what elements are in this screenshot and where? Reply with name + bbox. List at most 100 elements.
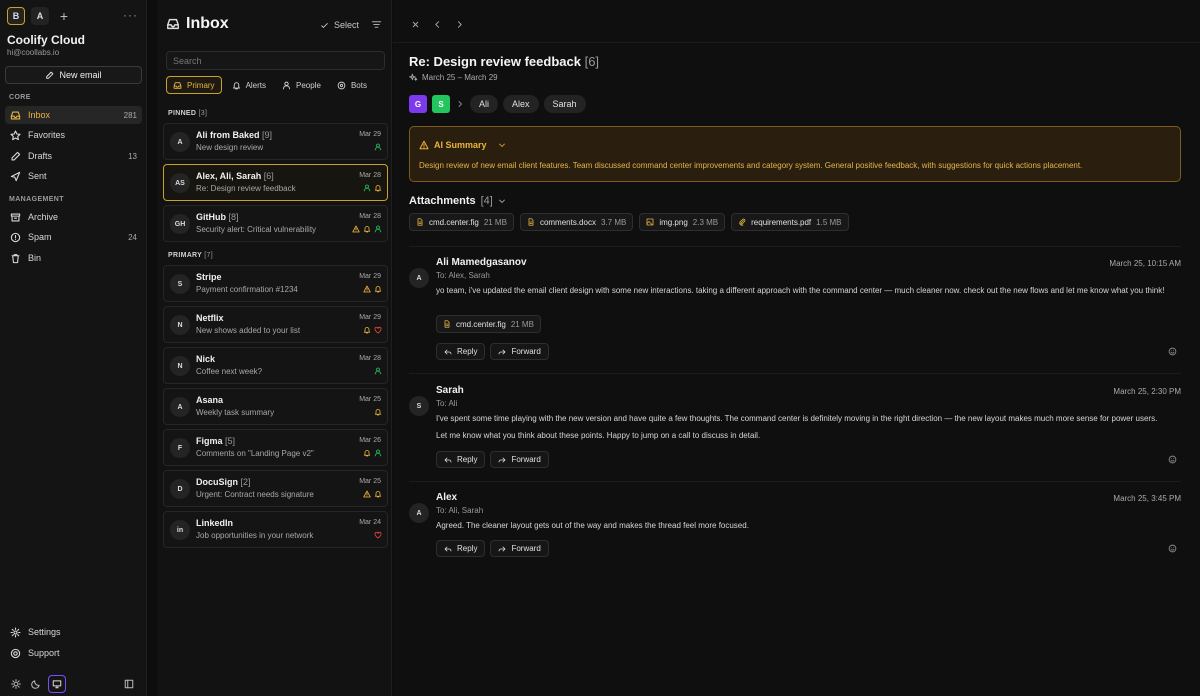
mail-subject: New design review: [196, 143, 264, 152]
chevron-down-icon: [498, 141, 506, 149]
mail-date: Mar 29: [359, 314, 381, 321]
sidebar-item-drafts[interactable]: Drafts 13: [5, 147, 142, 165]
mail-date: Mar 29: [359, 273, 381, 280]
mail-sender: Alex, Ali, Sarah [6]: [196, 171, 274, 181]
participant-avatar[interactable]: S: [432, 95, 450, 113]
header-divider: [393, 42, 1200, 43]
mail-date: Mar 25: [359, 396, 381, 403]
message-recipients: To: Alex, Sarah: [436, 271, 490, 280]
mail-item[interactable]: A Asana Weekly task summary Mar 25: [163, 388, 388, 425]
message-body: Let me know what you think about these p…: [436, 431, 761, 440]
attachment-chip[interactable]: requirements.pdf 1.5 MB: [731, 213, 849, 231]
forward-icon: [498, 545, 506, 553]
sidebar-item-label: Bin: [28, 253, 42, 263]
more-options-icon[interactable]: ···: [123, 8, 138, 22]
new-email-button[interactable]: New email: [5, 66, 142, 84]
attachment-chip[interactable]: img.png 2.3 MB: [639, 213, 726, 231]
mail-item[interactable]: D DocuSign [2] Urgent: Contract needs si…: [163, 470, 388, 507]
mail-item[interactable]: in LinkedIn Job opportunities in your ne…: [163, 511, 388, 548]
sender-name: Figma: [196, 436, 223, 446]
sidebar-item-favorites[interactable]: Favorites: [5, 126, 142, 144]
moon-icon[interactable]: [27, 675, 45, 693]
mail-item[interactable]: F Figma [5] Comments on "Landing Page v2…: [163, 429, 388, 466]
page-title: Inbox: [186, 15, 229, 32]
participant-pill[interactable]: Sarah: [543, 95, 586, 113]
filter-icon[interactable]: [371, 19, 382, 30]
sidebar-item-archive[interactable]: Archive: [5, 208, 142, 226]
mail-sender: GitHub [8]: [196, 212, 239, 222]
mail-subject: Re: Design review feedback: [196, 184, 296, 193]
sidebar-item-inbox[interactable]: Inbox 281: [5, 106, 142, 124]
emoji-reaction-icon[interactable]: [1168, 347, 1177, 356]
chevron-left-icon[interactable]: [431, 18, 444, 31]
participant-pill[interactable]: Ali: [470, 95, 499, 113]
account-email: hi@coollabs.io: [7, 48, 60, 57]
emoji-reaction-icon[interactable]: [1168, 544, 1177, 553]
avatar: A: [170, 397, 190, 417]
forward-button[interactable]: Forward: [490, 451, 549, 468]
tab-alerts[interactable]: Alerts: [226, 76, 272, 94]
mail-item[interactable]: A Ali from Baked [9] New design review M…: [163, 123, 388, 160]
attachment-chip[interactable]: cmd.center.fig 21 MB: [436, 315, 541, 333]
tab-bots[interactable]: Bots: [331, 76, 373, 94]
forward-label: Forward: [511, 544, 541, 553]
mail-item[interactable]: S Stripe Payment confirmation #1234 Mar …: [163, 265, 388, 302]
account-b-button[interactable]: B: [7, 7, 25, 25]
mail-date: Mar 28: [359, 355, 381, 362]
attachments-header[interactable]: Attachments [4]: [409, 195, 506, 207]
select-button[interactable]: Select: [320, 20, 359, 30]
attachment-name: cmd.center.fig: [456, 319, 506, 329]
monitor-icon[interactable]: [48, 675, 66, 693]
tab-people[interactable]: People: [276, 76, 327, 94]
participant-pill[interactable]: Alex: [503, 95, 539, 113]
select-label: Select: [334, 20, 360, 30]
avatar: AS: [170, 173, 190, 193]
mail-subject: Comments on "Landing Page v2": [196, 449, 314, 458]
sidebar-item-bin[interactable]: Bin: [5, 249, 142, 267]
participant-avatar[interactable]: G: [409, 95, 427, 113]
account-a-button[interactable]: A: [31, 7, 49, 25]
forward-button[interactable]: Forward: [490, 540, 549, 557]
ai-summary-header[interactable]: AI Summary: [419, 140, 506, 150]
warning-icon: [363, 285, 371, 293]
chevron-right-icon[interactable]: [453, 18, 466, 31]
sidebar-item-support[interactable]: Support: [5, 644, 142, 662]
mail-item-selected[interactable]: AS Alex, Ali, Sarah [6] Re: Design revie…: [163, 164, 388, 201]
sparkle-icon: [409, 73, 418, 82]
mail-sender: Stripe: [196, 272, 222, 282]
mail-item[interactable]: N Nick Coffee next week? Mar 28: [163, 347, 388, 384]
mail-item[interactable]: GH GitHub [8] Security alert: Critical v…: [163, 205, 388, 242]
sidebar-item-spam[interactable]: Spam 24: [5, 228, 142, 246]
mail-flags: [363, 326, 382, 334]
reply-button[interactable]: Reply: [436, 540, 486, 557]
person-icon: [282, 81, 291, 90]
attachment-chip[interactable]: comments.docx 3.7 MB: [519, 213, 634, 231]
reply-button[interactable]: Reply: [436, 343, 486, 360]
attachment-chip[interactable]: cmd.center.fig 21 MB: [409, 213, 514, 231]
mail-flags: [374, 531, 382, 539]
thread-view: Re: Design review feedback [6] March 25 …: [393, 0, 1200, 696]
sidebar-item-settings[interactable]: Settings: [5, 623, 142, 641]
message-divider: [409, 246, 1181, 247]
sidebar-item-sent[interactable]: Sent: [5, 167, 142, 185]
emoji-reaction-icon[interactable]: [1168, 455, 1177, 464]
forward-button[interactable]: Forward: [490, 343, 549, 360]
archive-icon: [10, 212, 21, 223]
collapse-sidebar-icon[interactable]: [120, 675, 138, 693]
attachment-size: 2.3 MB: [692, 217, 719, 227]
add-account-icon[interactable]: +: [55, 7, 73, 25]
search-input[interactable]: Search: [166, 51, 385, 70]
close-icon[interactable]: [409, 18, 422, 31]
sun-icon[interactable]: [7, 675, 25, 693]
attachments-label: Attachments: [409, 195, 476, 207]
message-recipients: To: Ali, Sarah: [436, 506, 484, 515]
mail-flags: [363, 184, 382, 192]
mail-date: Mar 26: [359, 437, 381, 444]
tab-primary[interactable]: Primary: [166, 76, 222, 94]
reply-icon: [444, 456, 452, 464]
mail-flags: [374, 408, 382, 416]
support-icon: [10, 648, 21, 659]
reply-button[interactable]: Reply: [436, 451, 486, 468]
thread-count: [6]: [584, 54, 600, 69]
mail-item[interactable]: N Netflix New shows added to your list M…: [163, 306, 388, 343]
